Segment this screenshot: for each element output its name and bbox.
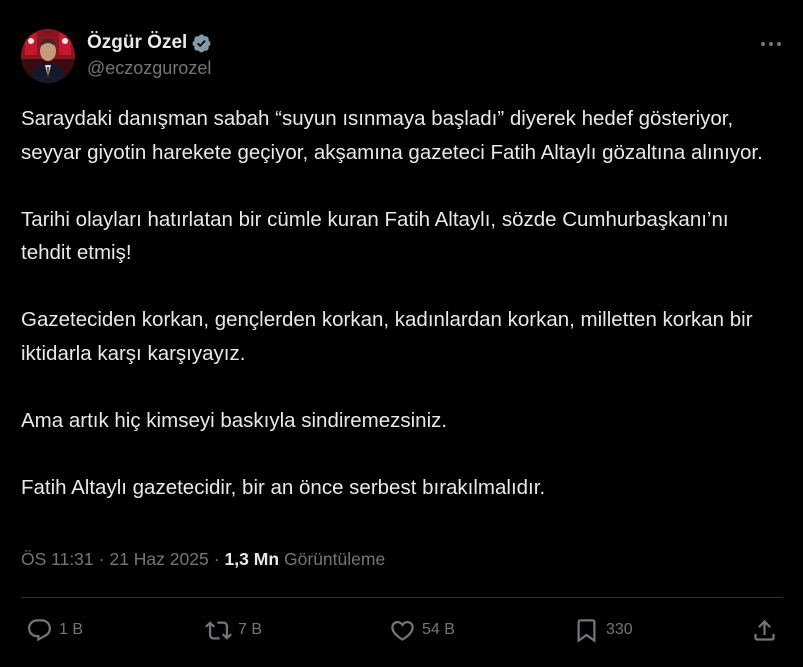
repost-button[interactable]: 7 B [205,613,262,647]
bookmark-count: 330 [606,621,633,638]
reply-count: 1 B [59,621,84,638]
author-name-row: Özgür Özel [87,30,212,56]
share-icon [754,619,775,641]
meta-separator: · [213,549,220,569]
tweet-time[interactable]: ÖS 11:31 [21,549,94,570]
like-count: 54 B [422,621,455,638]
reply-button[interactable]: 1 B [26,613,83,647]
tweet-paragraph: Saraydaki danışman sabah “suyun ısınmaya… [21,107,763,164]
repost-icon [205,620,232,640]
divider [21,597,783,598]
tweet-paragraph: Fatih Altaylı gazetecidir, bir an önce s… [21,475,546,499]
action-bar: 1 B 7 B 54 B 330 [21,613,783,647]
avatar-image [21,29,75,83]
tweet-text: Saraydaki danışman sabah “suyun ısınmaya… [21,102,783,504]
author-display-name[interactable]: Özgür Özel [87,32,187,54]
repost-count: 7 B [238,621,263,638]
bookmark-icon [577,618,596,643]
tweet-card: Özgür Özel @eczozgurozel Saraydaki danış… [0,0,803,667]
tweet-paragraph: Gazeteciden korkan, gençlerden korkan, k… [21,308,753,365]
tweet-paragraph: Ama artık hiç kimseyi baskıyla sindireme… [21,408,448,432]
author-handle[interactable]: @eczozgurozel [87,58,211,79]
tweet-paragraph: Tarihi olayları hatırlatan bir cümle kur… [21,207,729,265]
views-count: 1,3 Mn [224,549,280,569]
share-button[interactable] [751,613,778,647]
tweet-meta: ÖS 11:31 · 21 Haz 2025 · 1,3 Mn Görüntül… [21,549,385,570]
bookmark-button[interactable]: 330 [573,613,633,647]
reply-icon [27,618,52,641]
meta-separator: · [98,549,105,569]
verified-badge-icon[interactable] [191,33,212,54]
heart-icon [391,620,414,641]
more-horizontal-icon[interactable] [759,36,783,52]
views-label: Görüntüleme [284,549,386,569]
like-button[interactable]: 54 B [389,613,455,647]
avatar[interactable] [21,29,75,83]
tweet-date[interactable]: 21 Haz 2025 [109,549,208,570]
